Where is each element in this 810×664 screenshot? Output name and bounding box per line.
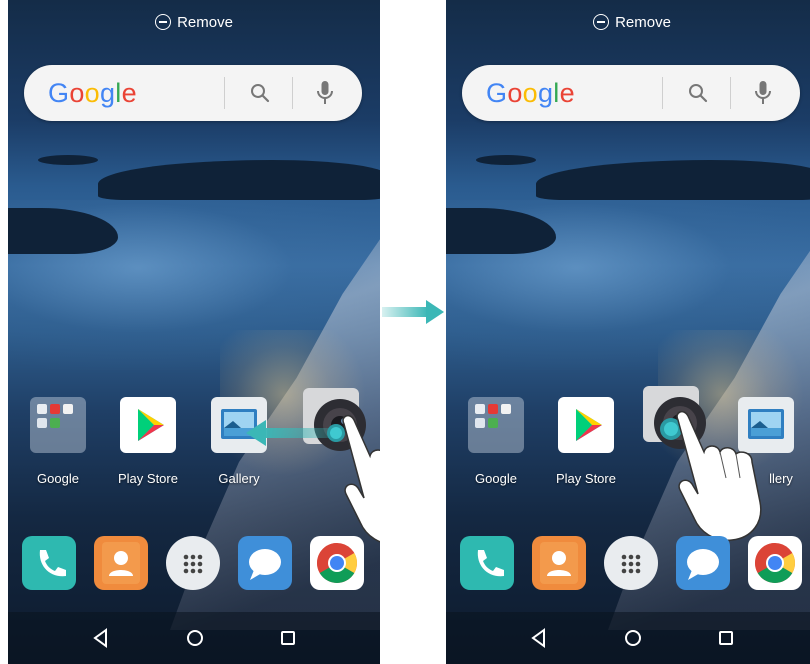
recents-icon[interactable] — [276, 626, 300, 650]
app-label: Play Store — [556, 471, 616, 486]
remove-label: Remove — [177, 14, 233, 31]
remove-action[interactable]: Remove — [446, 14, 810, 31]
navigation-bar — [8, 612, 380, 664]
hand-icon — [342, 414, 380, 543]
remove-action[interactable]: Remove — [8, 14, 380, 31]
app-dock — [446, 536, 810, 594]
app-label: Google — [37, 471, 79, 486]
navigation-bar — [446, 612, 810, 664]
folder-icon — [468, 397, 524, 453]
chrome-icon[interactable] — [310, 536, 364, 590]
app-google-folder[interactable]: Google — [18, 397, 98, 486]
chrome-icon[interactable] — [748, 536, 802, 590]
google-logo: Google — [48, 78, 137, 108]
recents-icon[interactable] — [714, 626, 738, 650]
right-phone-screen: Remove Google Google Play Store llery — [446, 0, 810, 664]
left-phone-screen: Remove Google Google Play Store Gallery — [8, 0, 380, 664]
app-label: Google — [475, 471, 517, 486]
app-drawer-icon[interactable] — [604, 536, 658, 590]
home-icon[interactable] — [183, 626, 207, 650]
app-dock — [8, 536, 380, 594]
mic-icon[interactable] — [751, 79, 775, 107]
phone-icon[interactable] — [22, 536, 76, 590]
remove-circle-icon — [593, 14, 610, 30]
separator — [224, 77, 225, 109]
app-play-store[interactable]: Play Store — [108, 397, 188, 486]
wallpaper-island — [476, 155, 536, 165]
contacts-icon[interactable] — [532, 536, 586, 590]
app-label: Play Store — [118, 471, 178, 486]
app-play-store[interactable]: Play Store — [546, 397, 626, 486]
play-store-icon — [558, 397, 614, 453]
back-icon[interactable] — [89, 626, 113, 650]
mic-icon[interactable] — [313, 79, 337, 107]
search-icon[interactable] — [686, 81, 710, 105]
app-google-folder[interactable]: Google — [456, 397, 536, 486]
arrow-right-icon — [382, 300, 444, 324]
hand-icon — [676, 410, 762, 541]
phone-icon[interactable] — [460, 536, 514, 590]
google-search-bar[interactable]: Google — [462, 65, 800, 121]
back-icon[interactable] — [527, 626, 551, 650]
remove-label: Remove — [615, 14, 671, 31]
wallpaper-island — [38, 155, 98, 165]
remove-circle-icon — [155, 14, 172, 30]
messages-icon[interactable] — [676, 536, 730, 590]
separator — [662, 77, 663, 109]
contacts-icon[interactable] — [94, 536, 148, 590]
app-label: Gallery — [218, 471, 260, 486]
separator — [292, 77, 293, 109]
search-icon[interactable] — [248, 81, 272, 105]
google-search-bar[interactable]: Google — [24, 65, 362, 121]
wallpaper-island — [98, 160, 380, 200]
wallpaper-island — [536, 160, 810, 200]
google-logo: Google — [486, 78, 575, 108]
app-drawer-icon[interactable] — [166, 536, 220, 590]
messages-icon[interactable] — [238, 536, 292, 590]
home-icon[interactable] — [621, 626, 645, 650]
separator — [730, 77, 731, 109]
play-store-icon — [120, 397, 176, 453]
folder-icon — [30, 397, 86, 453]
